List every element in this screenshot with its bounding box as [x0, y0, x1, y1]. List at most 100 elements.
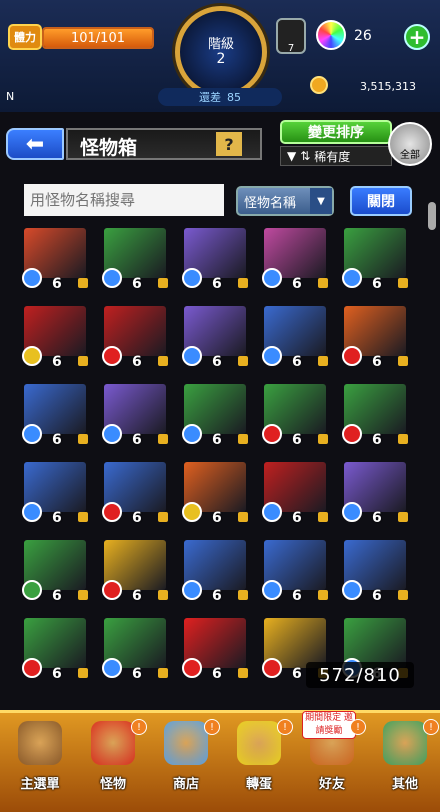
- sort-button[interactable]: 變更排序: [280, 120, 392, 144]
- lock-icon: [238, 356, 248, 366]
- stamina-text: 101/101: [70, 30, 125, 46]
- monster-card[interactable]: 6: [260, 384, 330, 450]
- monster-card[interactable]: 6: [180, 540, 250, 606]
- monster-card[interactable]: 6: [20, 462, 90, 528]
- element-icon: [182, 424, 202, 444]
- monster-card[interactable]: 6: [340, 306, 410, 372]
- lock-icon: [318, 590, 328, 600]
- lock-icon: [78, 434, 88, 444]
- nav-item-monster[interactable]: 怪物!: [75, 719, 151, 803]
- monster-card[interactable]: 6: [180, 306, 250, 372]
- rank-label: 階級: [207, 37, 234, 52]
- monster-grid: 666666666666666666666666666666: [20, 228, 420, 706]
- nav-item-other[interactable]: 其他!: [367, 719, 440, 803]
- search-input[interactable]: [24, 184, 224, 216]
- monster-card[interactable]: 6: [340, 384, 410, 450]
- nav-item-friends[interactable]: 好友 期間限定 邀請獎勵!: [294, 711, 370, 803]
- monster-card[interactable]: 6: [20, 618, 90, 684]
- sort-mode[interactable]: ▼ ⇅ 稀有度: [280, 146, 392, 166]
- nav-label: 其他: [391, 777, 418, 792]
- lock-icon: [318, 356, 328, 366]
- monster-card[interactable]: 6: [260, 228, 330, 294]
- nav-item-orb[interactable]: 商店!: [148, 719, 224, 803]
- search-row: 怪物名稱 ▼ 關閉: [0, 176, 440, 226]
- monster-card[interactable]: 6: [180, 384, 250, 450]
- monster-card[interactable]: 6: [20, 540, 90, 606]
- monster-card[interactable]: 6: [100, 384, 170, 450]
- nav-label: 轉蛋: [245, 777, 272, 792]
- element-icon: [342, 424, 362, 444]
- gacha-icon: [237, 721, 281, 765]
- monster-level: 6: [212, 666, 222, 682]
- stamina-icon: 體力: [8, 24, 42, 50]
- monster-card[interactable]: 6: [20, 228, 90, 294]
- element-icon: [262, 268, 282, 288]
- chevron-down-icon: ▼: [310, 188, 332, 214]
- element-icon: [262, 346, 282, 366]
- monster-card[interactable]: 6: [260, 540, 330, 606]
- sort-order-icon: ⇅: [300, 149, 311, 163]
- lock-icon: [158, 278, 168, 288]
- element-icon: [102, 346, 122, 366]
- monster-level: 6: [212, 276, 222, 292]
- lock-icon: [318, 278, 328, 288]
- lock-icon: [78, 668, 88, 678]
- item-box-icon[interactable]: 7: [276, 18, 306, 54]
- monster-card[interactable]: 6: [180, 228, 250, 294]
- nav-item-gacha[interactable]: 轉蛋!: [221, 719, 297, 803]
- lock-icon: [78, 278, 88, 288]
- element-icon: [102, 658, 122, 678]
- monster-level: 6: [372, 432, 382, 448]
- monster-card[interactable]: 6: [20, 306, 90, 372]
- nav-label: 商店: [172, 777, 199, 792]
- monster-card[interactable]: 6: [100, 618, 170, 684]
- all-filter-button[interactable]: 全部: [388, 122, 432, 166]
- rank-dial[interactable]: 階級 2: [175, 6, 267, 98]
- monster-level: 6: [132, 276, 142, 292]
- back-button[interactable]: ⬅: [6, 128, 64, 160]
- element-icon: [22, 346, 42, 366]
- element-icon: [102, 268, 122, 288]
- monster-card[interactable]: 6: [100, 540, 170, 606]
- element-icon: [182, 580, 202, 600]
- monster-card[interactable]: 6: [100, 306, 170, 372]
- element-icon: [22, 424, 42, 444]
- scrollbar[interactable]: [428, 202, 436, 230]
- stamina-bar: 101/101: [42, 27, 154, 49]
- help-button[interactable]: ?: [216, 132, 242, 156]
- element-icon: [262, 580, 282, 600]
- monster-card[interactable]: 6: [20, 384, 90, 450]
- box-count: 572/810: [306, 662, 414, 688]
- monster-level: 6: [132, 510, 142, 526]
- search-field-select[interactable]: 怪物名稱 ▼: [236, 186, 334, 216]
- nav-item-home[interactable]: 主選單: [2, 719, 78, 803]
- monster-level: 6: [372, 354, 382, 370]
- orb-icon: [164, 721, 208, 765]
- monster-card[interactable]: 6: [180, 462, 250, 528]
- monster-level: 6: [292, 666, 302, 682]
- lock-icon: [158, 434, 168, 444]
- buy-orb-button[interactable]: +: [404, 24, 430, 50]
- title-plate: 怪物箱 ?: [66, 128, 262, 160]
- monster-card[interactable]: 6: [260, 306, 330, 372]
- monster-card[interactable]: 6: [260, 462, 330, 528]
- lock-icon: [318, 512, 328, 522]
- monster-card[interactable]: 6: [100, 228, 170, 294]
- monster-level: 6: [132, 666, 142, 682]
- element-icon: [182, 346, 202, 366]
- monster-card[interactable]: 6: [100, 462, 170, 528]
- lock-icon: [398, 278, 408, 288]
- lock-icon: [238, 590, 248, 600]
- monster-card[interactable]: 6: [340, 462, 410, 528]
- lock-icon: [398, 434, 408, 444]
- nav-label: 好友: [318, 777, 345, 792]
- monster-card[interactable]: 6: [340, 540, 410, 606]
- nav-label: 怪物: [99, 777, 126, 792]
- monster-level: 6: [292, 276, 302, 292]
- element-icon: [342, 580, 362, 600]
- monster-card[interactable]: 6: [180, 618, 250, 684]
- close-search-button[interactable]: 關閉: [350, 186, 412, 216]
- monster-card[interactable]: 6: [340, 228, 410, 294]
- lock-icon: [398, 590, 408, 600]
- element-icon: [22, 268, 42, 288]
